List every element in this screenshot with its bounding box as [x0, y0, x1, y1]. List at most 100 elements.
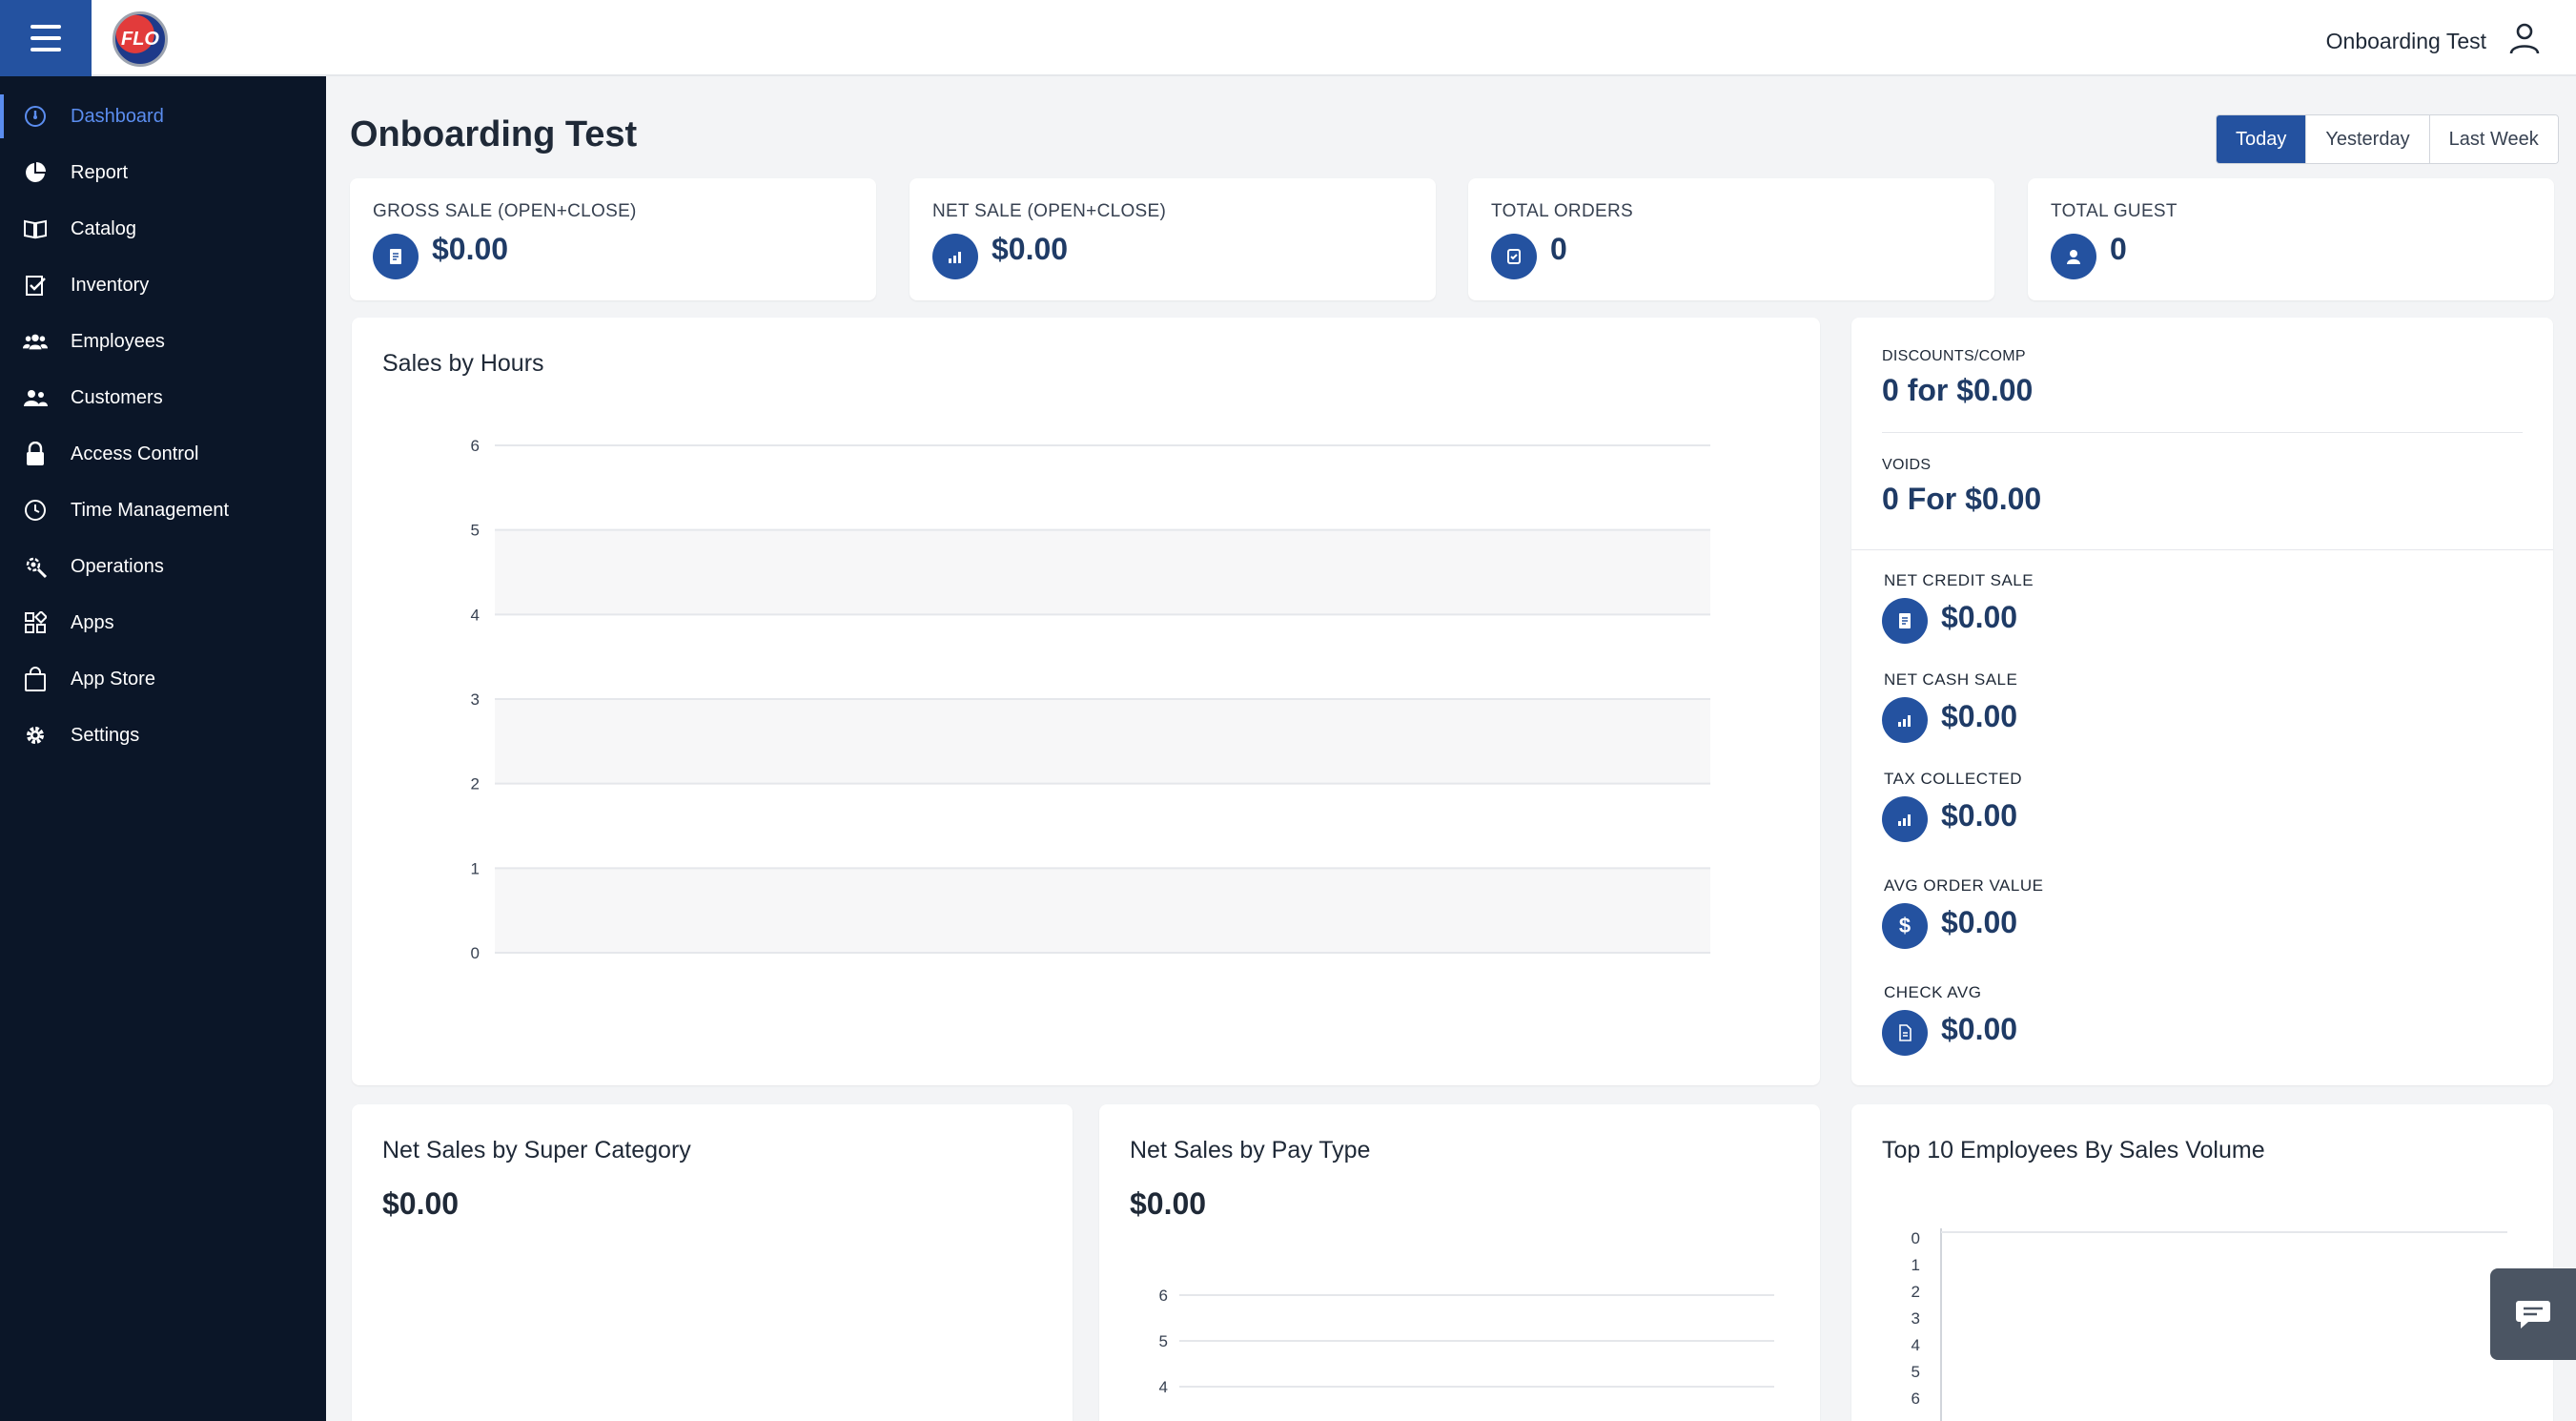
bar-chart-icon: [932, 234, 978, 279]
net-sale-label: NET SALE (OPEN+CLOSE): [932, 201, 1167, 221]
net-sales-by-pay-type-card: Net Sales by Pay Type $0.00 456: [1099, 1104, 1820, 1421]
y-tick-label: 2: [1912, 1283, 1920, 1301]
guest-icon: [2051, 234, 2096, 279]
hamburger-icon-line: [31, 48, 61, 51]
y-tick-label: 3: [471, 690, 480, 709]
sidebar-item-label: Settings: [71, 724, 140, 746]
page-title: Onboarding Test: [350, 114, 638, 154]
sidebar-item-label: Employees: [71, 330, 165, 352]
chart-band: [495, 699, 1710, 784]
pie-chart-icon: [23, 160, 48, 185]
sidebar-item-operations[interactable]: Operations: [0, 539, 326, 594]
customers-icon: [23, 385, 48, 410]
hamburger-icon-line: [31, 25, 61, 29]
y-tick-label: 6: [1159, 1287, 1168, 1305]
top-employees-chart: 0 1 2 3 4 5 6: [1912, 1228, 2507, 1421]
tax-collected-value: $0.00: [1941, 798, 2018, 833]
dashboard-icon: [23, 104, 48, 129]
y-tick-label: 1: [471, 859, 480, 877]
clock-icon: [23, 498, 48, 523]
clipboard-check-icon: [23, 273, 48, 298]
sidebar-item-catalog[interactable]: Catalog: [0, 201, 326, 257]
receipt-icon: [373, 234, 419, 279]
brand-logo[interactable]: FLO: [112, 11, 168, 67]
discounts-label: DISCOUNTS/COMP: [1882, 348, 2026, 364]
menu-toggle-button[interactable]: [0, 0, 92, 76]
sidebar-item-label: Time Management: [71, 499, 229, 521]
sidebar-item-apps[interactable]: Apps: [0, 595, 326, 650]
users-icon: [23, 329, 48, 354]
dollar-icon: $: [1882, 903, 1928, 949]
y-tick-label: 5: [1159, 1332, 1168, 1350]
sidebar-item-customers[interactable]: Customers: [0, 370, 326, 425]
y-tick-label: 0: [471, 944, 480, 962]
net-sales-by-super-category-card: Net Sales by Super Category $0.00: [352, 1104, 1073, 1421]
y-tick-label: 0: [1912, 1229, 1920, 1247]
sidebar-item-access-control[interactable]: Access Control: [0, 426, 326, 482]
tab-yesterday[interactable]: Yesterday: [2306, 115, 2430, 163]
tab-last-week[interactable]: Last Week: [2429, 115, 2558, 163]
sidebar-item-inventory[interactable]: Inventory: [0, 257, 326, 313]
voids-label: VOIDS: [1882, 457, 1932, 473]
date-range-tabs: Today Yesterday Last Week: [2216, 114, 2559, 164]
pay-type-chart: 4 5 6: [1159, 1287, 1774, 1396]
super-category-value: $0.00: [382, 1186, 460, 1221]
sidebar-item-label: Operations: [71, 555, 164, 577]
sales-by-hours-chart: 0 1 2 3 4 5 6: [471, 437, 1710, 962]
tab-today[interactable]: Today: [2217, 115, 2307, 163]
total-orders-label: TOTAL ORDERS: [1491, 201, 1633, 221]
total-guest-value: 0: [2110, 232, 2127, 266]
apps-grid-icon: [23, 610, 48, 635]
avg-order-value-value: $0.00: [1941, 905, 2018, 939]
top-bar: FLO Onboarding Test: [0, 0, 2576, 76]
sidebar-item-dashboard[interactable]: Dashboard: [0, 89, 326, 144]
gear-icon: [23, 723, 48, 748]
sales-by-hours-card: Sales by Hours 0123456: [352, 318, 1820, 1085]
avg-order-value-label: AVG ORDER VALUE: [1884, 876, 2044, 895]
gross-sale-value: $0.00: [432, 232, 509, 266]
net-cash-sale-value: $0.00: [1941, 699, 2018, 733]
net-sale-card: NET SALE (OPEN+CLOSE) $0.00: [910, 178, 1436, 300]
super-category-title: Net Sales by Super Category: [382, 1137, 691, 1164]
bar-chart-icon: [1882, 796, 1928, 842]
sidebar-item-label: Customers: [71, 386, 163, 408]
sidebar-item-report[interactable]: Report: [0, 145, 326, 200]
net-sale-value: $0.00: [992, 232, 1069, 266]
y-tick-label: 4: [1159, 1378, 1168, 1396]
chart-band: [495, 868, 1710, 953]
discounts-value: 0 for $0.00: [1882, 373, 2034, 407]
y-tick-label: 5: [471, 522, 480, 540]
sidebar-item-time-management[interactable]: Time Management: [0, 483, 326, 538]
y-tick-label: 6: [1912, 1390, 1920, 1408]
chart-band: [495, 529, 1710, 615]
y-tick-label: 2: [471, 775, 480, 793]
hamburger-icon-line: [31, 36, 61, 40]
sidebar-item-employees[interactable]: Employees: [0, 314, 326, 369]
sidebar-item-app-store[interactable]: App Store: [0, 651, 326, 707]
y-tick-label: 4: [1912, 1336, 1920, 1354]
user-name[interactable]: Onboarding Test: [2326, 29, 2486, 54]
sidebar-item-label: Catalog: [71, 217, 136, 239]
summary-divider: [1851, 549, 2553, 550]
document-icon: [1882, 1010, 1928, 1056]
y-tick-label: 1: [1912, 1256, 1920, 1274]
sidebar-item-label: Inventory: [71, 274, 150, 296]
sidebar-item-settings[interactable]: Settings: [0, 708, 326, 763]
lock-icon: [23, 442, 48, 466]
voids-value: 0 For $0.00: [1882, 482, 2042, 516]
total-orders-card: TOTAL ORDERS 0: [1468, 178, 1994, 300]
total-guest-label: TOTAL GUEST: [2051, 201, 2177, 221]
sidebar: Dashboard Report Catalog Inventory Emplo…: [0, 76, 326, 1421]
chat-support-button[interactable]: [2490, 1268, 2576, 1360]
net-cash-sale-label: NET CASH SALE: [1884, 670, 2018, 689]
operations-gear-icon: [23, 554, 48, 579]
net-credit-sale-value: $0.00: [1941, 600, 2018, 634]
gross-sale-label: GROSS SALE (OPEN+CLOSE): [373, 201, 637, 221]
net-credit-sale-label: NET CREDIT SALE: [1884, 571, 2034, 589]
user-profile-icon[interactable]: [2507, 21, 2542, 55]
tax-collected-label: TAX COLLECTED: [1884, 770, 2023, 788]
y-tick-label: 3: [1912, 1309, 1920, 1328]
receipt-icon: [1882, 598, 1928, 644]
total-guest-card: TOTAL GUEST 0: [2028, 178, 2554, 300]
check-avg-label: CHECK AVG: [1884, 983, 1982, 1001]
